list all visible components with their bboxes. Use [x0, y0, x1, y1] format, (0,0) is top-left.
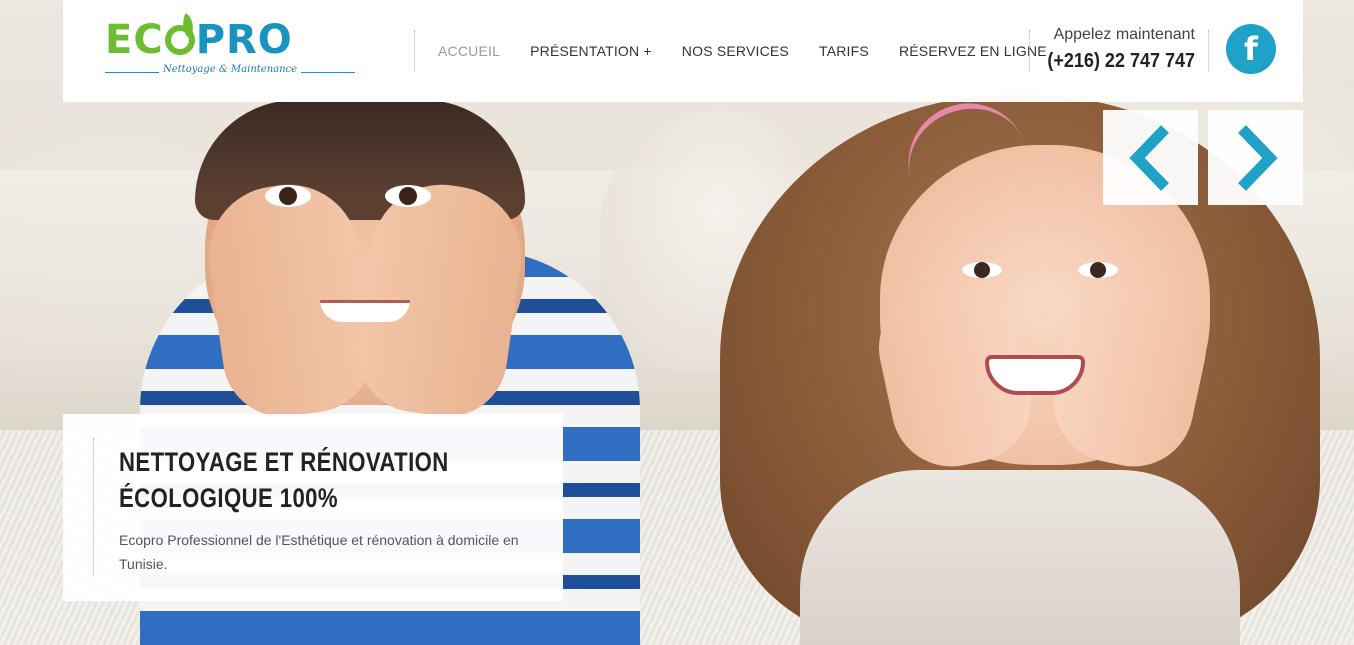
caption-title: NETTOYAGE ET RÉNOVATION ÉCOLOGIQUE 100%	[119, 447, 449, 513]
nav-presentation[interactable]: PRÉSENTATION +	[530, 43, 652, 59]
girl-body	[800, 470, 1240, 645]
divider	[1208, 30, 1209, 72]
boy-right-eye	[385, 185, 431, 207]
ecopro-logo[interactable]: EC PRO Nettoyage & Maintenance	[105, 18, 357, 86]
boy-left-eye	[265, 185, 311, 207]
girl-right-eye	[1078, 262, 1118, 278]
facebook-icon[interactable]: f	[1226, 24, 1276, 74]
call-block: Appelez maintenant (+216) 22 747 747	[1031, 26, 1195, 73]
logo-pro: PRO	[195, 17, 293, 63]
nav-nos-services[interactable]: NOS SERVICES	[682, 43, 789, 59]
site-header: EC PRO Nettoyage & Maintenance ACCUEIL PR…	[63, 0, 1303, 102]
girl-left-eye	[962, 262, 1002, 278]
logo-eco: EC	[105, 17, 164, 63]
main-nav: ACCUEIL PRÉSENTATION + NOS SERVICES TARI…	[438, 0, 1077, 102]
divider	[414, 30, 415, 72]
nav-tarifs[interactable]: TARIFS	[819, 43, 869, 59]
chevron-right-icon	[1237, 124, 1278, 191]
leaf-icon	[164, 25, 195, 55]
phone-number-link[interactable]: (+216) 22 747 747	[1047, 50, 1195, 73]
tagline-line-right	[301, 72, 355, 73]
boy-smile	[320, 300, 410, 322]
girl-smile	[985, 355, 1085, 395]
slider-prev-button[interactable]	[1103, 110, 1198, 205]
call-label: Appelez maintenant	[1053, 26, 1195, 43]
caption-text: Ecopro Professionnel de l'Esthétique et …	[119, 532, 519, 572]
tagline-line-left	[105, 72, 159, 73]
nav-accueil[interactable]: ACCUEIL	[438, 43, 500, 59]
nav-reservez-en-ligne[interactable]: RÉSERVEZ EN LIGNE	[899, 43, 1047, 59]
slide-caption: NETTOYAGE ET RÉNOVATION ÉCOLOGIQUE 100% …	[63, 414, 563, 601]
divider	[1029, 30, 1030, 72]
logo-wordmark: EC PRO	[105, 18, 293, 62]
logo-tagline: Nettoyage & Maintenance	[163, 64, 298, 75]
chevron-left-icon	[1128, 124, 1169, 191]
logo-tagline-row: Nettoyage & Maintenance	[105, 64, 355, 82]
caption-divider	[93, 438, 94, 576]
slider-next-button[interactable]	[1208, 110, 1303, 205]
